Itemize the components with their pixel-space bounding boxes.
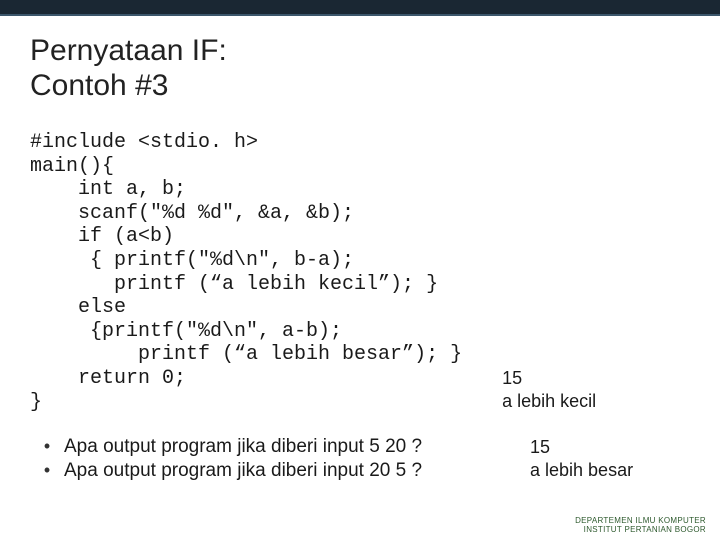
bullet-icon: • [30,436,64,457]
footer-line: DEPARTEMEN ILMU KOMPUTER [575,516,706,525]
code-line: {printf("%d\n", a-b); [30,320,342,343]
question-item: • Apa output program jika diberi input 2… [30,460,530,482]
code-output-row: #include <stdio. h> main(){ int a, b; sc… [30,131,690,414]
question-column: • Apa output program jika diberi input 5… [30,436,530,484]
code-line: { printf("%d\n", b-a); [30,249,354,272]
footer-line: INSTITUT PERTANIAN BOGOR [575,525,706,534]
code-line: return 0; [30,367,186,390]
code-block: #include <stdio. h> main(){ int a, b; sc… [30,131,462,414]
code-line: else [30,296,126,319]
question-item: • Apa output program jika diberi input 5… [30,436,530,458]
question-text: Apa output program jika diberi input 5 2… [64,436,422,458]
title-text: Pernyataan IF: Contoh #3 [30,34,227,102]
top-bar [0,0,720,16]
content-area: Pernyataan IF: Contoh #3 #include <stdio… [0,16,720,484]
slide: Pernyataan IF: Contoh #3 #include <stdio… [0,0,720,540]
code-line: } [30,391,42,414]
answer-column: 15 a lebih besar [530,436,690,484]
output-2: 15 a lebih besar [530,436,690,481]
question-text: Apa output program jika diberi input 20 … [64,460,422,482]
code-line: int a, b; [30,178,186,201]
questions-block: • Apa output program jika diberi input 5… [30,436,690,484]
code-line: scanf("%d %d", &a, &b); [30,202,354,225]
footer: DEPARTEMEN ILMU KOMPUTER INSTITUT PERTAN… [575,516,706,534]
slide-title: Pernyataan IF: Contoh #3 [30,34,690,103]
output-1: 15 a lebih kecil [502,367,596,414]
code-line: #include <stdio. h> [30,131,258,154]
bullet-icon: • [30,460,64,481]
code-line: main(){ [30,155,114,178]
code-line: printf (“a lebih kecil”); } [30,273,438,296]
code-line: printf (“a lebih besar”); } [30,343,462,366]
code-line: if (a<b) [30,225,174,248]
